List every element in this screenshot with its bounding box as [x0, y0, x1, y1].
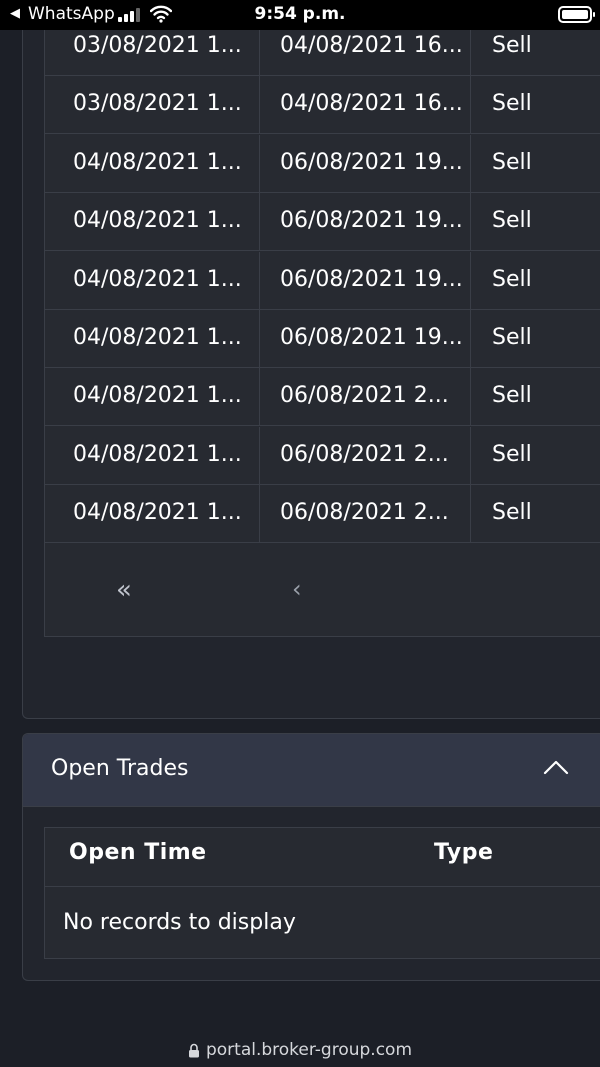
table-row[interactable]: 04/08/2021 1... 06/08/2021 19... Sell	[44, 251, 600, 310]
url-bar[interactable]: portal.broker-group.com	[0, 1040, 600, 1060]
table-row[interactable]: 04/08/2021 1... 06/08/2021 2... Sell	[44, 485, 600, 544]
close-time-cell: 06/08/2021 19...	[260, 251, 471, 310]
open-trades-title: Open Trades	[51, 756, 189, 781]
open-time-cell: 03/08/2021 1...	[44, 76, 260, 135]
close-time-cell: 06/08/2021 19...	[260, 134, 471, 193]
url-text: portal.broker-group.com	[205, 1040, 413, 1060]
table-row[interactable]: 04/08/2021 1... 06/08/2021 19... Sell	[44, 134, 600, 193]
open-time-cell: 04/08/2021 1...	[44, 310, 260, 368]
type-cell: Sell	[492, 500, 532, 526]
type-cell: Sell	[492, 208, 532, 234]
close-time-cell: 06/08/2021 2...	[260, 368, 471, 427]
open-time-cell: 04/08/2021 1...	[44, 426, 260, 485]
table-row[interactable]: 04/08/2021 1... 06/08/2021 2... Sell	[44, 368, 600, 427]
close-time-cell: 06/08/2021 2...	[260, 485, 471, 544]
column-header-open-time[interactable]: Open Time	[69, 840, 207, 865]
open-time-cell: 04/08/2021 1...	[44, 251, 260, 310]
open-trades-table: Open Time Type No records to display	[44, 827, 600, 959]
close-time-cell: 06/08/2021 19...	[260, 310, 471, 368]
close-time-cell: 06/08/2021 2...	[260, 426, 471, 485]
column-header-type[interactable]: Type	[434, 840, 493, 865]
type-cell: Sell	[492, 149, 532, 175]
type-cell: Sell	[492, 325, 532, 350]
close-time-cell: 04/08/2021 16...	[260, 76, 471, 135]
open-time-cell: 04/08/2021 1...	[44, 485, 260, 544]
close-time-cell: 06/08/2021 19...	[260, 193, 471, 252]
open-time-cell: 04/08/2021 1...	[44, 134, 260, 193]
table-row[interactable]: 04/08/2021 1... 06/08/2021 19... Sell	[44, 310, 600, 368]
clock-time: 9:54 p.m.	[254, 4, 346, 24]
pager-first-page-button[interactable]: «	[116, 575, 132, 605]
type-cell: Sell	[492, 383, 532, 409]
pager-previous-page-button[interactable]: ‹	[292, 575, 302, 603]
open-trades-table-header: Open Time Type	[45, 828, 600, 887]
open-trades-header[interactable]: Open Trades	[23, 734, 600, 807]
open-time-cell: 04/08/2021 1...	[44, 193, 260, 252]
open-time-cell: 04/08/2021 1...	[44, 368, 260, 427]
status-bar: ◀ WhatsApp 9:54 p.m.	[0, 0, 600, 30]
empty-records-message: No records to display	[63, 910, 296, 935]
table-row[interactable]: 04/08/2021 1... 06/08/2021 2... Sell	[44, 426, 600, 485]
type-cell: Sell	[492, 91, 532, 117]
table-row[interactable]: 03/08/2021 1... 04/08/2021 16... Sell	[44, 76, 600, 135]
lock-icon	[188, 1043, 199, 1057]
type-cell: Sell	[492, 441, 532, 467]
table-row[interactable]: 04/08/2021 1... 06/08/2021 19... Sell	[44, 193, 600, 252]
battery-icon	[558, 6, 595, 23]
type-cell: Sell	[492, 266, 532, 292]
chevron-up-icon[interactable]	[543, 754, 569, 780]
